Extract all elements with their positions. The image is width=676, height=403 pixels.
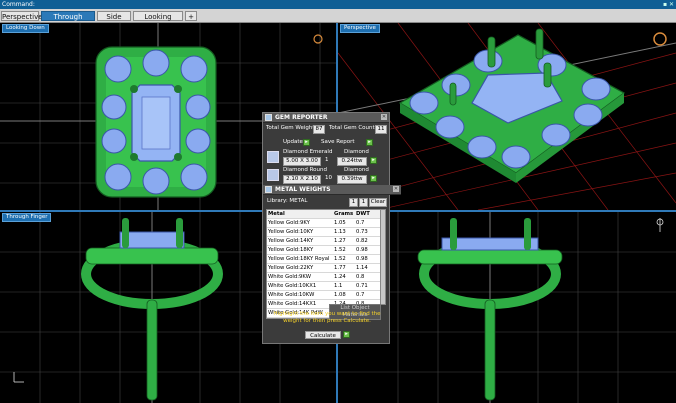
tab-side-view[interactable]: Side View	[97, 11, 131, 31]
cell-grams: 1.08	[334, 292, 346, 298]
tab-through-finger[interactable]: Through Finger	[41, 11, 95, 31]
table-row[interactable]: White Gold:10KX1 1.1 0.71	[267, 282, 380, 291]
cell-dwt: 0.98	[356, 247, 368, 253]
round-gem-icon	[267, 169, 279, 181]
table-row[interactable]: White Gold:10KW 1.08 0.7	[267, 291, 380, 300]
table-row[interactable]: Yellow Gold:14KY 1.27 0.82	[267, 237, 380, 246]
cell-dwt: 0.71	[356, 283, 368, 289]
command-bar[interactable]: Command: ▪ ✕	[0, 0, 676, 9]
table-row[interactable]: White Gold:9KW 1.24 0.8	[267, 273, 380, 282]
ring-orientation-icon	[313, 34, 323, 44]
column-grams: Grams	[334, 211, 354, 217]
total-gem-count-label: Total Gem Count	[329, 125, 375, 131]
column-dwt: DWT	[356, 211, 370, 217]
total-gem-count-value: 11	[375, 125, 387, 134]
cell-dwt: 0.73	[356, 229, 368, 235]
save-report-label: Save Report	[321, 139, 355, 145]
metal-table-scrollbar[interactable]	[380, 209, 386, 305]
viewport-label-top-right[interactable]: Perspective	[340, 24, 380, 33]
table-row[interactable]: Yellow Gold:22KY 1.77 1.14	[267, 264, 380, 273]
gem-reporter-header[interactable]: GEM REPORTER ✕	[263, 113, 389, 123]
gem-name: Diamond Emerald	[283, 149, 333, 155]
table-row[interactable]: Yellow Gold:18KY Royal 1.52 0.98	[267, 255, 380, 264]
metal-weights-header[interactable]: METAL WEIGHTS ✕	[263, 185, 401, 195]
library-count-a[interactable]: 1	[349, 198, 358, 207]
tab-perspective[interactable]: Perspective	[1, 11, 43, 21]
cell-metal: Yellow Gold:18KY Royal	[268, 256, 330, 262]
ring-orientation-icon-perspective	[653, 32, 667, 46]
tab-add[interactable]: +	[185, 11, 197, 21]
cell-grams: 1.52	[334, 247, 346, 253]
gem-reporter-icon	[265, 114, 272, 121]
cell-grams: 1.1	[334, 283, 343, 289]
metal-table-header: Metal Grams DWT	[267, 210, 380, 219]
close-icon[interactable]: ✕	[393, 186, 399, 192]
calculate-hint: Highlight the item you want to find the …	[273, 311, 381, 324]
viewport-label-top-left[interactable]: Looking Down	[2, 24, 49, 33]
cell-metal: Yellow Gold:18KY	[268, 247, 314, 253]
table-row[interactable]: Yellow Gold:10KY 1.13 0.73	[267, 228, 380, 237]
cell-grams: 1.05	[334, 220, 346, 226]
viewport-label-bottom-left[interactable]: Through Finger	[2, 213, 52, 222]
save-report-button[interactable]: ▸	[366, 139, 373, 146]
gem-type: Diamond	[344, 167, 369, 173]
cell-dwt: 0.7	[356, 220, 365, 226]
gem-size: 5.00 X 3.00	[283, 157, 321, 166]
emerald-gem-icon	[267, 151, 279, 163]
gem-weight: 0.39ttw	[337, 175, 367, 184]
cell-dwt: 0.98	[356, 256, 368, 262]
gem-select-button[interactable]: ▸	[370, 175, 377, 182]
metal-table: Metal Grams DWT Yellow Gold:9KY 1.05 0.7 Ye…	[266, 209, 381, 319]
gem-select-button[interactable]: ▸	[370, 157, 377, 164]
calculate-go-button[interactable]: ▸	[343, 331, 350, 338]
cell-metal: White Gold:14KX1	[268, 301, 317, 307]
cell-dwt: 1.14	[356, 265, 368, 271]
window-controls-icon[interactable]: ▪ ✕	[663, 0, 674, 9]
gem-size: 2.10 X 2.10	[283, 175, 321, 184]
cell-dwt: 0.8	[356, 274, 365, 280]
gem-weight: 0.24ttw	[337, 157, 367, 166]
cell-grams: 1.52	[334, 256, 346, 262]
gem-count: 10	[325, 175, 332, 181]
cell-metal: White Gold:9KW	[268, 274, 311, 280]
table-row[interactable]: Yellow Gold:18KY 1.52 0.98	[267, 246, 380, 255]
cell-metal: White Gold:10KX1	[268, 283, 317, 289]
cell-metal: Yellow Gold:9KY	[268, 220, 310, 226]
cell-metal: White Gold:10KW	[268, 292, 315, 298]
library-label: Library: METAL	[267, 198, 308, 204]
cell-grams: 1.13	[334, 229, 346, 235]
gem-count: 1	[325, 157, 329, 163]
update-label: Update	[283, 139, 303, 145]
cell-dwt: 0.82	[356, 238, 368, 244]
cell-metal: Yellow Gold:14KY	[268, 238, 314, 244]
command-label: Command:	[2, 1, 35, 8]
gem-reporter-panel: GEM REPORTER ✕ Total Gem Weight 87 Total…	[262, 112, 401, 344]
view-tabs: Perspective Through Finger Side View Loo…	[0, 9, 676, 31]
cell-metal: Yellow Gold:22KY	[268, 265, 314, 271]
table-row[interactable]: Yellow Gold:9KY 1.05 0.7	[267, 219, 380, 228]
cell-dwt: 0.7	[356, 292, 365, 298]
calculate-button[interactable]: Calculate	[305, 331, 341, 339]
cell-grams: 1.27	[334, 238, 346, 244]
total-gem-weight-value: 87	[313, 125, 325, 134]
clear-button[interactable]: Clear	[369, 198, 387, 207]
update-button[interactable]: ▸	[303, 139, 310, 146]
gem-name: Diamond Round	[283, 167, 327, 173]
cell-grams: 1.24	[334, 274, 346, 280]
gem-type: Diamond	[344, 149, 369, 155]
close-icon[interactable]: ✕	[381, 114, 387, 120]
cell-metal: Yellow Gold:10KY	[268, 229, 314, 235]
metal-weights-icon	[265, 186, 272, 193]
cell-grams: 1.77	[334, 265, 346, 271]
tab-looking-down[interactable]: Looking Down	[133, 11, 183, 31]
library-count-b[interactable]: 1	[359, 198, 368, 207]
column-metal: Metal	[268, 211, 285, 217]
total-gem-weight-label: Total Gem Weight	[266, 125, 315, 131]
